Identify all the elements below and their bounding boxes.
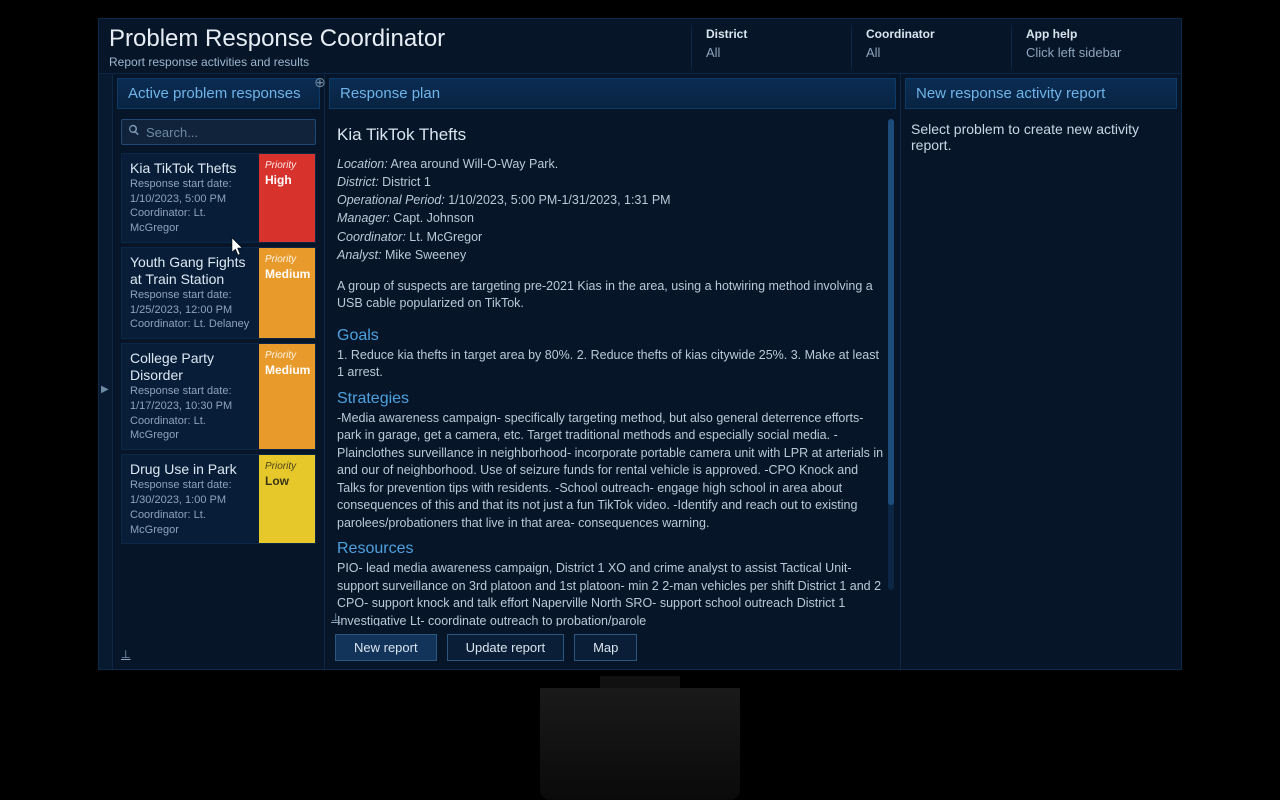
resources-body: PIO- lead media awareness campaign, Dist… — [337, 560, 888, 626]
update-report-button[interactable]: Update report — [447, 634, 565, 661]
body: ▶ Active problem responses ⊕ Kia TikTok … — [99, 74, 1181, 669]
meta-manager: Manager: Capt. Johnson — [337, 209, 888, 227]
problem-card-main: Kia TikTok TheftsResponse start date:1/1… — [122, 154, 259, 242]
meta-operational-period: Operational Period: 1/10/2023, 5:00 PM-1… — [337, 191, 888, 209]
problem-list: Kia TikTok TheftsResponse start date:1/1… — [117, 153, 320, 548]
priority-value: Low — [265, 474, 289, 488]
problem-card[interactable]: College Party DisorderResponse start dat… — [121, 343, 316, 450]
app-subtitle: Report response activities and results — [109, 55, 691, 69]
header-coordinator-value: All — [866, 45, 997, 60]
button-bar: New report Update report Map — [329, 626, 896, 669]
priority-label: Priority — [265, 350, 296, 361]
strategies-body: -Media awareness campaign- specifically … — [337, 410, 888, 533]
header-help[interactable]: App help Click left sidebar — [1011, 25, 1171, 69]
problem-card-title: Drug Use in Park — [130, 461, 251, 478]
priority-label: Priority — [265, 461, 296, 472]
problem-card[interactable]: Kia TikTok TheftsResponse start date:1/1… — [121, 153, 316, 243]
right-panel: New response activity report Select prob… — [901, 74, 1181, 669]
problem-card-start-label: Response start date: — [130, 384, 251, 399]
meta-location: Location: Area around Will-O-Way Park. — [337, 155, 888, 173]
problem-card-start-label: Response start date: — [130, 177, 251, 192]
priority-badge: Priority Low — [259, 455, 315, 543]
header-district-label: District — [706, 27, 837, 41]
goals-heading: Goals — [337, 327, 888, 345]
problem-card-main: Drug Use in ParkResponse start date:1/30… — [122, 455, 259, 543]
problem-card-main: College Party DisorderResponse start dat… — [122, 344, 259, 449]
problem-card[interactable]: Drug Use in ParkResponse start date:1/30… — [121, 454, 316, 544]
left-rail[interactable]: ▶ — [99, 74, 113, 669]
problem-card-start-value: 1/25/2023, 12:00 PM — [130, 303, 251, 318]
scrollbar-track[interactable] — [888, 119, 894, 590]
goals-body: 1. Reduce kia thefts in target area by 8… — [337, 347, 888, 382]
map-button[interactable]: Map — [574, 634, 637, 661]
priority-label: Priority — [265, 254, 296, 265]
header-district[interactable]: District All — [691, 25, 851, 69]
plan-footer-link[interactable]: ⊥ — [331, 611, 341, 624]
scrollbar-thumb[interactable] — [888, 119, 894, 505]
priority-badge: Priority Medium — [259, 344, 315, 449]
monitor-bezel: Problem Response Coordinator Report resp… — [84, 0, 1196, 690]
search-box[interactable] — [121, 119, 316, 145]
header-help-label: App help — [1026, 27, 1157, 41]
problem-card-coordinator: Coordinator: Lt. Delaney — [130, 317, 251, 332]
sidebar: Active problem responses ⊕ Kia TikTok Th… — [113, 74, 325, 669]
problem-card-main: Youth Gang Fights at Train StationRespon… — [122, 248, 259, 338]
right-panel-title: New response activity report — [905, 78, 1177, 109]
app-window: Problem Response Coordinator Report resp… — [98, 18, 1182, 670]
strategies-heading: Strategies — [337, 390, 888, 408]
plan-panel-title: Response plan — [329, 78, 896, 109]
meta-analyst: Analyst: Mike Sweeney — [337, 246, 888, 264]
problem-card-start-label: Response start date: — [130, 288, 251, 303]
plan-title: Kia TikTok Thefts — [337, 125, 888, 145]
problem-card-coordinator: Coordinator: Lt. McGregor — [130, 508, 251, 538]
priority-badge: Priority Medium — [259, 248, 315, 338]
problem-card-title: Kia TikTok Thefts — [130, 160, 251, 177]
priority-value: Medium — [265, 363, 310, 377]
right-panel-message: Select problem to create new activity re… — [905, 115, 1177, 159]
header: Problem Response Coordinator Report resp… — [99, 19, 1181, 74]
priority-badge: Priority High — [259, 154, 315, 242]
problem-card-title: Youth Gang Fights at Train Station — [130, 254, 251, 288]
problem-card-start-value: 1/17/2023, 10:30 PM — [130, 399, 251, 414]
header-coordinator-label: Coordinator — [866, 27, 997, 41]
rail-expand-icon[interactable]: ▶ — [101, 384, 109, 395]
priority-value: Medium — [265, 267, 310, 281]
header-coordinator[interactable]: Coordinator All — [851, 25, 1011, 69]
problem-card-start-label: Response start date: — [130, 478, 251, 493]
sidebar-title: Active problem responses — [117, 78, 320, 109]
search-icon — [128, 123, 146, 141]
search-input[interactable] — [146, 125, 322, 140]
sidebar-bottom-link[interactable]: ⊥ — [121, 648, 131, 661]
resources-heading: Resources — [337, 540, 888, 558]
problem-card[interactable]: Youth Gang Fights at Train StationRespon… — [121, 247, 316, 339]
plan-description: A group of suspects are targeting pre-20… — [337, 278, 888, 313]
header-district-value: All — [706, 45, 837, 60]
problem-card-start-value: 1/10/2023, 5:00 PM — [130, 192, 251, 207]
app-title: Problem Response Coordinator — [109, 25, 691, 53]
new-report-button[interactable]: New report — [335, 634, 437, 661]
center-panel: Response plan Kia TikTok Thefts Location… — [325, 74, 901, 669]
monitor-stand — [540, 688, 740, 800]
priority-label: Priority — [265, 160, 296, 171]
meta-coordinator: Coordinator: Lt. McGregor — [337, 228, 888, 246]
panel-drag-icon[interactable]: ⊕ — [314, 74, 326, 86]
header-help-value: Click left sidebar — [1026, 45, 1157, 60]
problem-card-start-value: 1/30/2023, 1:00 PM — [130, 493, 251, 508]
problem-card-title: College Party Disorder — [130, 350, 251, 384]
plan-detail: Kia TikTok Thefts Location: Area around … — [329, 115, 896, 626]
meta-district: District: District 1 — [337, 173, 888, 191]
priority-value: High — [265, 173, 292, 187]
problem-card-coordinator: Coordinator: Lt. McGregor — [130, 414, 251, 444]
header-main: Problem Response Coordinator Report resp… — [109, 25, 691, 69]
problem-card-coordinator: Coordinator: Lt. McGregor — [130, 206, 251, 236]
